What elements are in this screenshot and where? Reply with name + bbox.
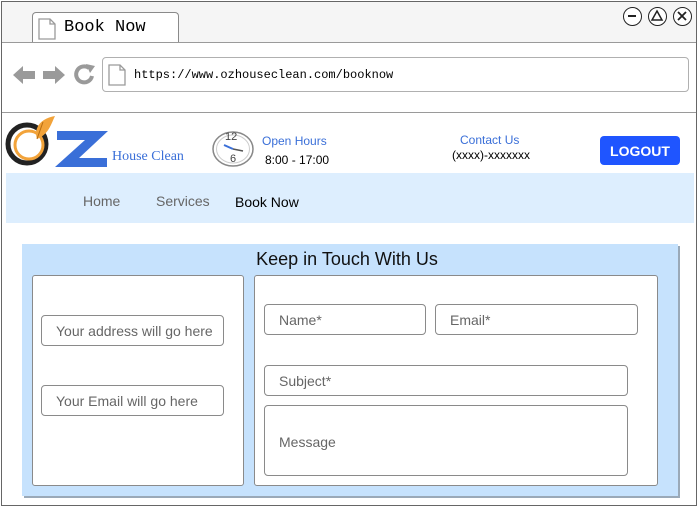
contact-value: (xxxx)-xxxxxxx (452, 148, 530, 162)
page-icon (108, 64, 126, 91)
forward-icon[interactable] (42, 63, 66, 92)
reload-icon[interactable] (73, 63, 97, 92)
hours-value: 8:00 - 17:00 (265, 153, 330, 167)
clock-12: 12 (225, 131, 238, 143)
address-field[interactable]: Your address will go here (41, 315, 224, 346)
contact-panel-title: Keep in Touch With Us (256, 249, 438, 269)
page-icon (38, 18, 56, 45)
brand-name: House Clean (112, 149, 184, 164)
close-icon[interactable] (673, 7, 692, 26)
nav-item-services[interactable]: Services (156, 193, 210, 209)
email-field[interactable]: Email* (435, 304, 638, 335)
clock-6: 6 (230, 153, 237, 165)
brand-logo[interactable] (5, 114, 111, 179)
chrome-divider (2, 112, 696, 113)
contact-title: Contact Us (460, 133, 520, 147)
back-icon[interactable] (12, 63, 36, 92)
hours-title: Open Hours (262, 134, 327, 148)
maximize-icon[interactable] (648, 7, 667, 26)
url-text: https://www.ozhouseclean.com/booknow (134, 68, 394, 82)
subject-field[interactable]: Subject* (264, 365, 628, 396)
tab-title: Book Now (64, 18, 146, 37)
tab-divider (2, 42, 696, 43)
minimize-icon[interactable] (623, 7, 642, 26)
message-field[interactable]: Message (264, 405, 628, 476)
email-info-field[interactable]: Your Email will go here (41, 385, 224, 416)
info-box (32, 275, 244, 486)
nav-item-home[interactable]: Home (83, 193, 120, 209)
name-field[interactable]: Name* (264, 304, 426, 335)
logout-button[interactable]: LOGOUT (600, 136, 680, 165)
nav-item-book-now[interactable]: Book Now (235, 194, 299, 210)
